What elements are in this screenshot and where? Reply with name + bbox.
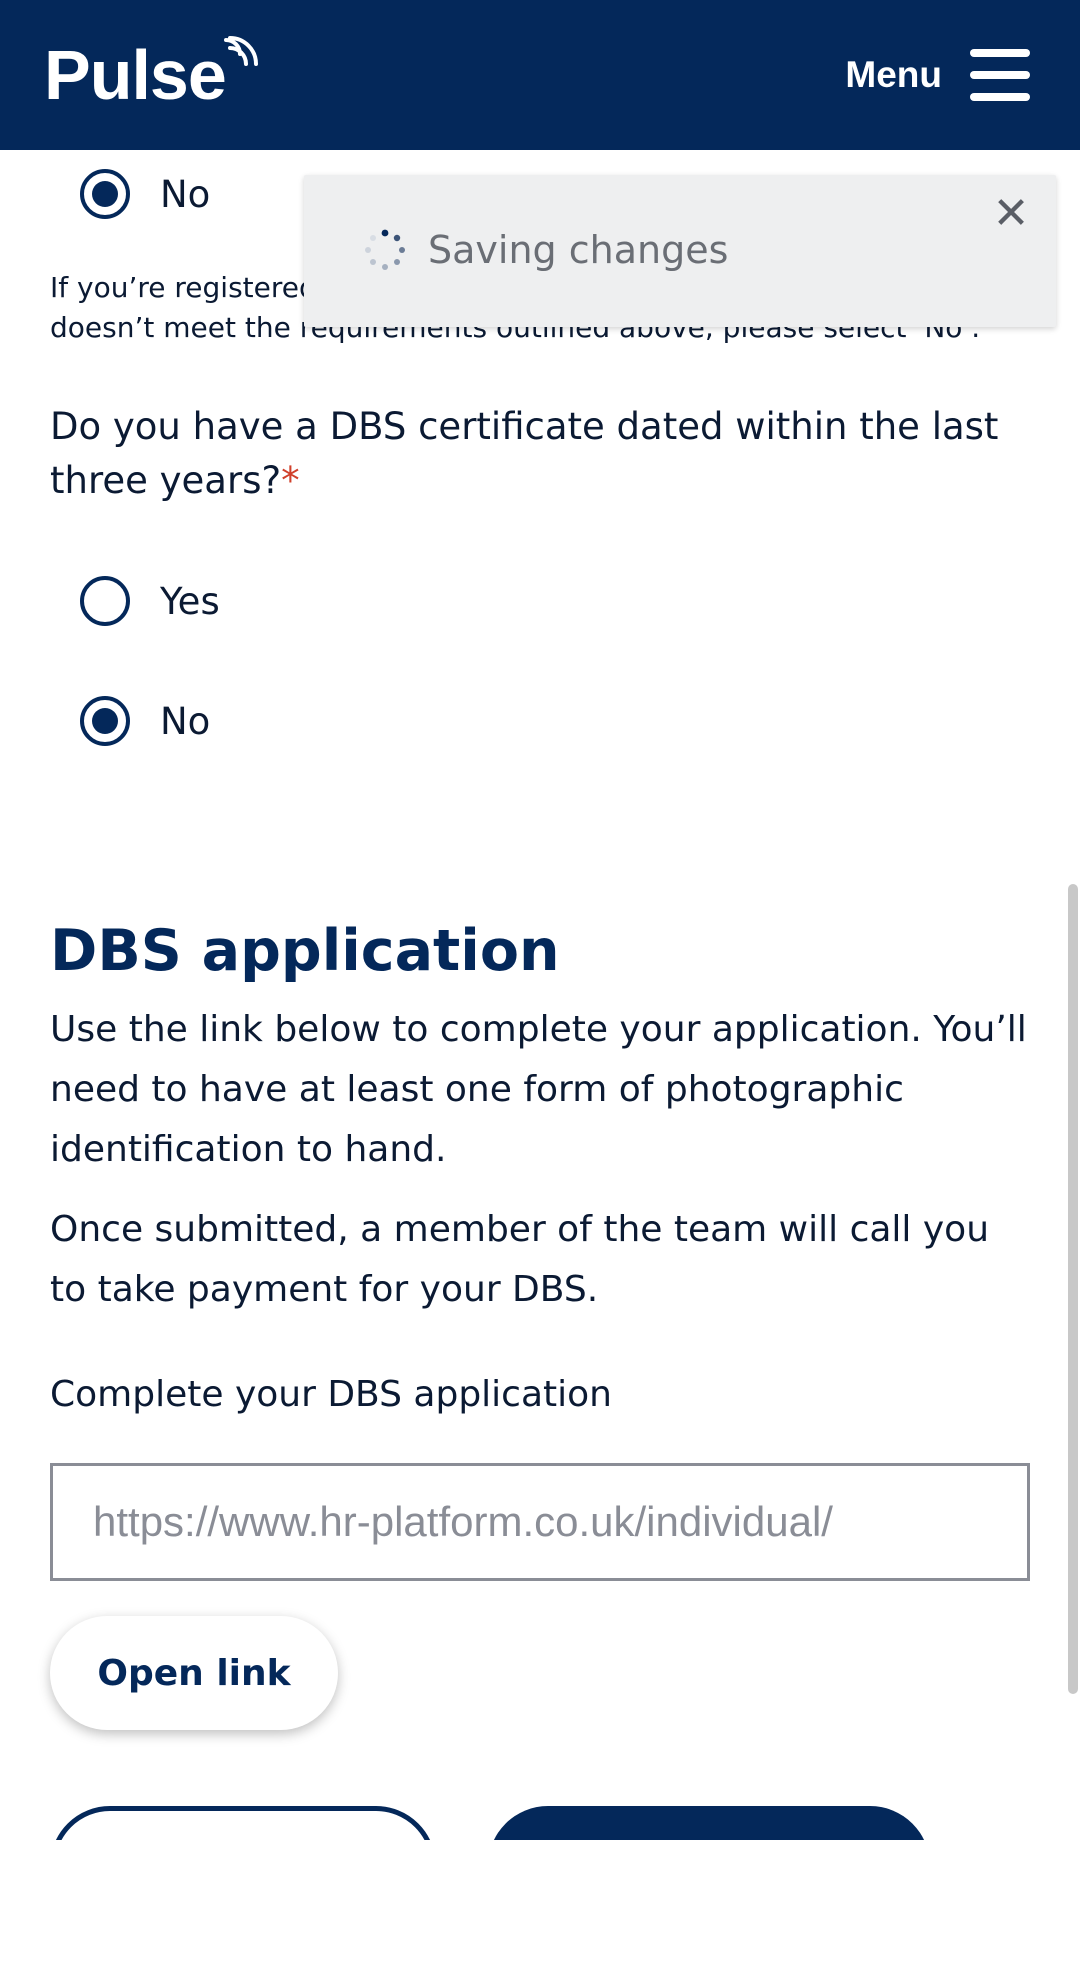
- pulse-logo[interactable]: Pulse: [44, 36, 260, 114]
- logo-text: Pulse: [44, 36, 227, 114]
- link-field-label: Complete your DBS application: [50, 1374, 612, 1415]
- payment-paragraph: Once submitted, a member of the team wil…: [50, 1209, 990, 1310]
- radio-option-no[interactable]: No: [80, 696, 210, 746]
- bottom-buttons-area: [0, 1700, 1080, 1840]
- page: Pulse Menu No If you’re registered with …: [0, 0, 1080, 1980]
- toast-message: Saving changes: [362, 227, 728, 273]
- radio-button[interactable]: [80, 576, 130, 626]
- radio-label: No: [160, 172, 211, 216]
- menu-label: Menu: [845, 54, 942, 95]
- back-button[interactable]: [50, 1806, 436, 1840]
- close-icon[interactable]: ✕: [986, 189, 1036, 239]
- application-link-field[interactable]: [50, 1463, 1030, 1581]
- dbs-question: Do you have a DBS certificate dated with…: [50, 400, 1030, 508]
- instructions-paragraph: Use the link below to complete your appl…: [50, 1009, 1027, 1170]
- question-text: Do you have a DBS certificate dated with…: [50, 405, 999, 502]
- spinner-icon: [365, 229, 405, 270]
- section-title: DBS application: [50, 918, 560, 984]
- radio-selected-dot: [92, 181, 118, 207]
- toast-text: Saving changes: [428, 228, 729, 272]
- radio-label: Yes: [160, 579, 220, 623]
- radio-option-previous-no[interactable]: No: [80, 169, 210, 219]
- menu-button[interactable]: Menu: [845, 49, 1030, 101]
- saving-toast: Saving changes ✕: [304, 175, 1056, 327]
- radio-selected-dot: [92, 708, 118, 734]
- hamburger-icon: [970, 49, 1030, 101]
- continue-button[interactable]: [488, 1806, 930, 1840]
- radio-option-yes[interactable]: Yes: [80, 576, 220, 626]
- signal-waves-icon: [223, 36, 258, 66]
- scrollbar[interactable]: [1068, 884, 1078, 1694]
- required-marker: *: [281, 459, 300, 502]
- radio-button[interactable]: [80, 169, 130, 219]
- top-header: Pulse Menu: [0, 0, 1080, 150]
- radio-button[interactable]: [80, 696, 130, 746]
- radio-label: No: [160, 699, 211, 743]
